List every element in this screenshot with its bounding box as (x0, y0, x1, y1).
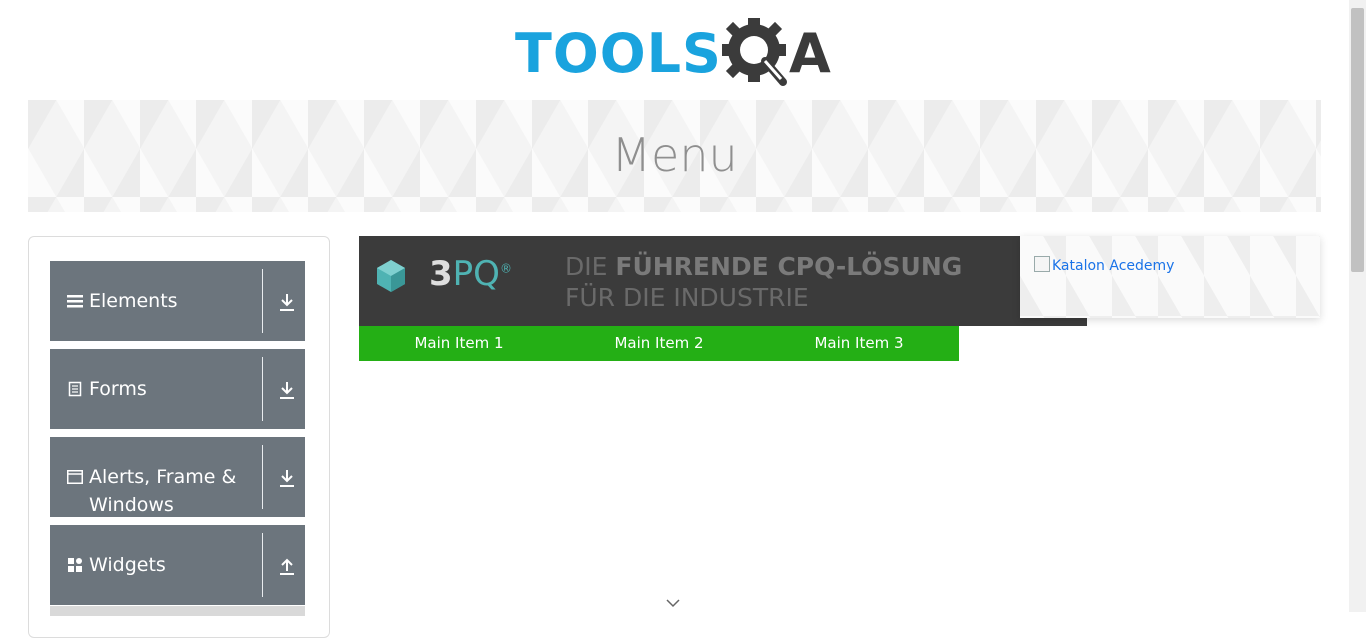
sidebar: Elements Forms Alerts, Frame & Windows W… (28, 236, 330, 638)
sidebar-group-widgets[interactable]: Widgets (50, 525, 305, 605)
menu-item-main-2[interactable]: Main Item 2 (559, 326, 759, 361)
download-arrow-icon[interactable] (278, 380, 296, 400)
ad-brand-number: 3 (429, 254, 453, 294)
logo-letter: A (789, 22, 831, 85)
broken-image-icon (1034, 256, 1050, 272)
sidebar-group-forms[interactable]: Forms (50, 349, 305, 429)
window-icon (67, 470, 83, 484)
document-icon (68, 381, 82, 397)
page-banner: Menu (28, 100, 1321, 212)
ad-banner[interactable]: 3PQ® DIE FÜHRENDE CPQ-LÖSUNG FÜR DIE IND… (359, 236, 1087, 326)
logo-text: TOOLS (515, 22, 722, 85)
sidebar-group-alerts[interactable]: Alerts, Frame & Windows (50, 437, 305, 517)
divider (262, 357, 263, 421)
widgets-icon (68, 558, 82, 572)
ad-headline: DIE FÜHRENDE CPQ-LÖSUNG (565, 252, 962, 281)
main-menu: Main Item 1 Main Item 2 Main Item 3 (359, 326, 959, 361)
ad-headline-bold: FÜHRENDE CPQ-LÖSUNG (615, 252, 963, 281)
divider (262, 445, 263, 509)
upload-arrow-icon[interactable] (278, 556, 296, 576)
sidebar-group-label: Forms (89, 378, 147, 400)
katalon-ad-alt-text: Katalon Acedemy (1052, 258, 1175, 274)
cube-logo-icon (377, 260, 405, 292)
sidebar-submenu-edge (50, 606, 305, 616)
ad-brand: 3PQ® (429, 254, 512, 294)
divider (262, 533, 263, 597)
scrollbar-thumb[interactable] (1351, 8, 1364, 272)
ad-headline-prefix: DIE (565, 252, 616, 281)
hamburger-icon (67, 295, 83, 308)
ad-brand-accent: PQ (452, 254, 500, 294)
sidebar-group-label: Widgets (89, 554, 166, 576)
ad-subheadline: FÜR DIE INDUSTRIE (565, 283, 809, 312)
chevron-down-icon[interactable] (665, 598, 681, 608)
katalon-ad-link[interactable]: Katalon Acedemy (1034, 256, 1174, 274)
download-arrow-icon[interactable] (278, 468, 296, 488)
sidebar-group-label: Elements (89, 290, 178, 312)
menu-item-main-3[interactable]: Main Item 3 (759, 326, 959, 361)
gear-magnifier-icon (722, 18, 787, 86)
toolsqa-logo[interactable]: TOOLS A (515, 14, 840, 92)
sidebar-group-elements[interactable]: Elements (50, 261, 305, 341)
page-title: Menu (611, 128, 738, 182)
katalon-ad-card[interactable]: Katalon Acedemy (1020, 236, 1320, 318)
download-arrow-icon[interactable] (278, 292, 296, 312)
sidebar-group-label: Alerts, Frame & Windows (89, 466, 237, 516)
registered-mark: ® (499, 261, 512, 276)
divider (262, 269, 263, 333)
menu-item-main-1[interactable]: Main Item 1 (359, 326, 559, 361)
page-scrollbar[interactable] (1349, 0, 1366, 612)
